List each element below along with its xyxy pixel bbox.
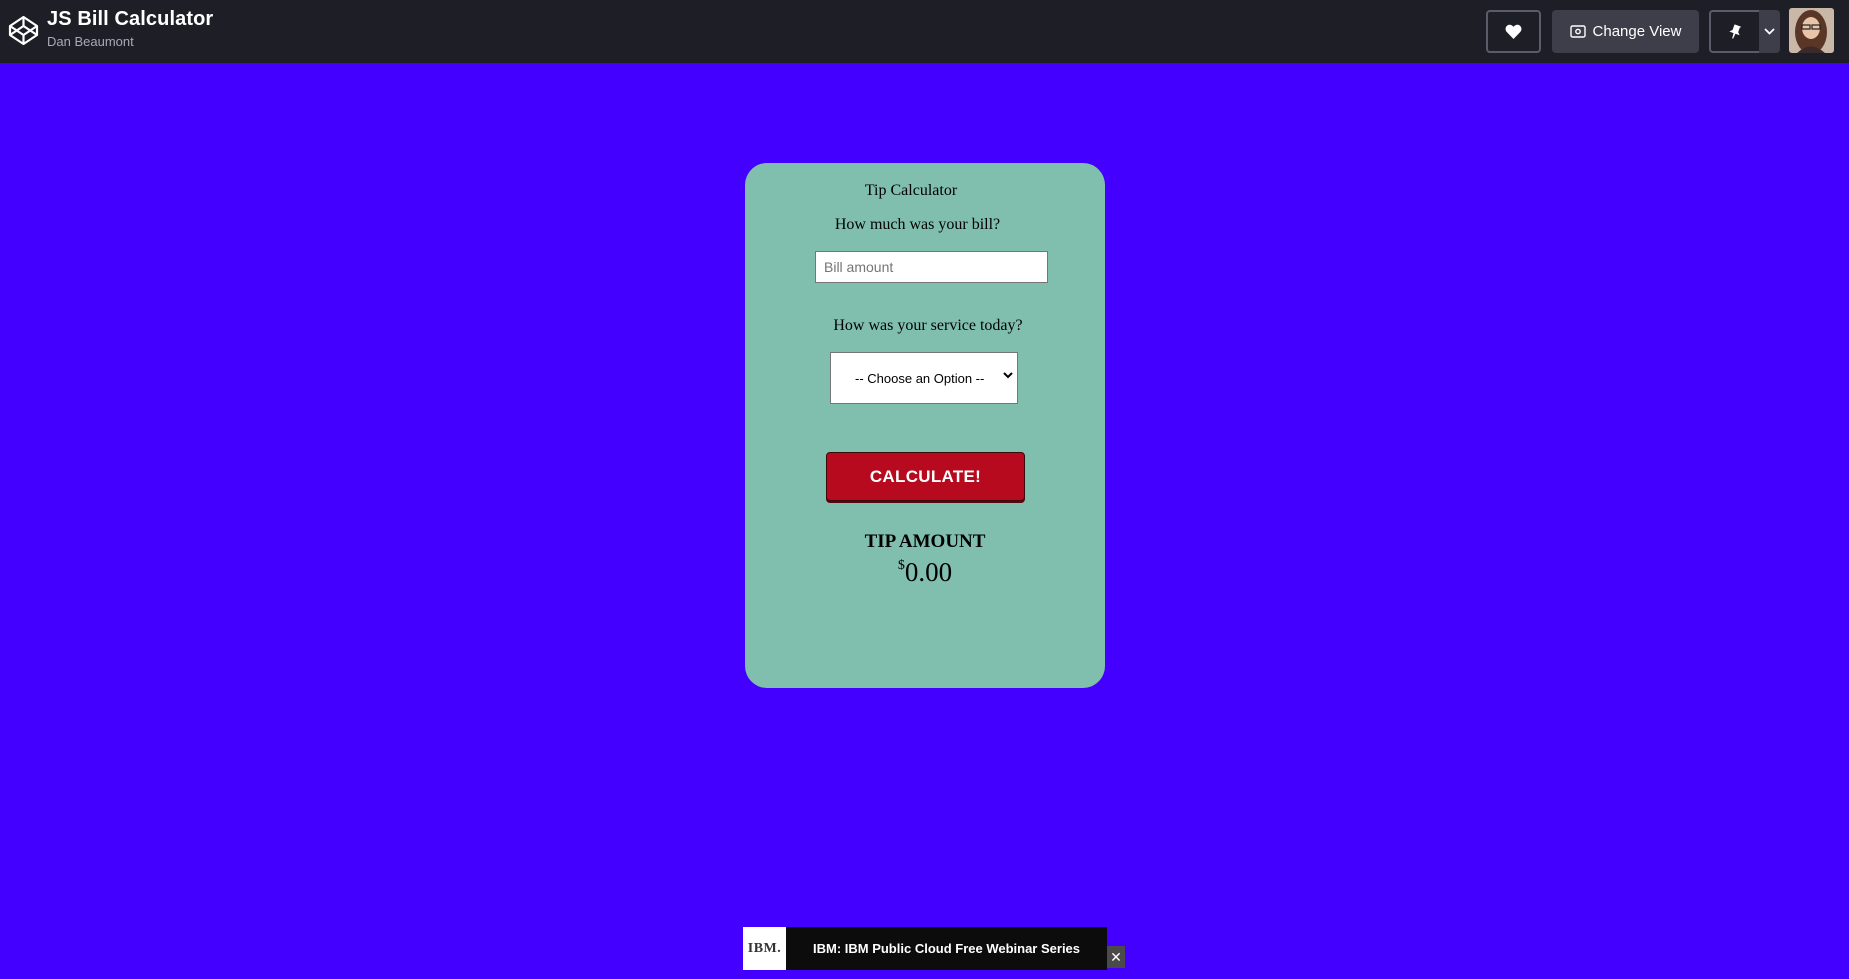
heart-button[interactable] (1486, 10, 1541, 53)
service-selected-value: -- Choose an Option -- (855, 370, 985, 386)
ibm-logo: IBM. (743, 927, 786, 970)
ad-text[interactable]: IBM: IBM Public Cloud Free Webinar Serie… (786, 941, 1107, 956)
pen-title[interactable]: JS Bill Calculator (47, 8, 213, 31)
change-view-button[interactable]: Change View (1552, 10, 1699, 53)
eye-window-icon (1569, 25, 1586, 38)
currency-symbol: $ (897, 558, 905, 573)
ad-banner[interactable]: IBM. IBM: IBM Public Cloud Free Webinar … (743, 927, 1107, 970)
tip-amount-label: TIP AMOUNT (864, 531, 986, 552)
ad-close-button[interactable]: ✕ (1107, 946, 1125, 968)
chevron-down-icon (1764, 28, 1775, 35)
pen-author[interactable]: Dan Beaumont (47, 34, 134, 49)
change-view-label: Change View (1592, 23, 1682, 40)
heart-icon (1505, 24, 1522, 39)
service-select[interactable]: -- Choose an Option -- (830, 352, 1018, 404)
calculate-button[interactable]: CALCULATE! (826, 452, 1025, 501)
top-bar: JS Bill Calculator Dan Beaumont Change V… (0, 0, 1849, 63)
codepen-logo-icon[interactable] (7, 14, 40, 47)
calculator-title: Tip Calculator (864, 182, 958, 199)
pin-button[interactable] (1709, 10, 1759, 53)
tip-amount-value: $0.00 (745, 557, 1105, 588)
service-question: How was your service today? (833, 317, 1023, 334)
pin-icon (1729, 23, 1742, 39)
avatar-image (1789, 8, 1834, 53)
select-chevron-icon (1003, 372, 1013, 379)
tip-value: 0.00 (904, 557, 953, 587)
avatar[interactable] (1789, 8, 1834, 53)
bill-question: How much was your bill? (834, 216, 1001, 233)
tip-calculator-card: Tip Calculator How much was your bill? H… (745, 163, 1105, 688)
bill-amount-input[interactable] (815, 251, 1048, 283)
pin-dropdown-button[interactable] (1759, 10, 1780, 53)
